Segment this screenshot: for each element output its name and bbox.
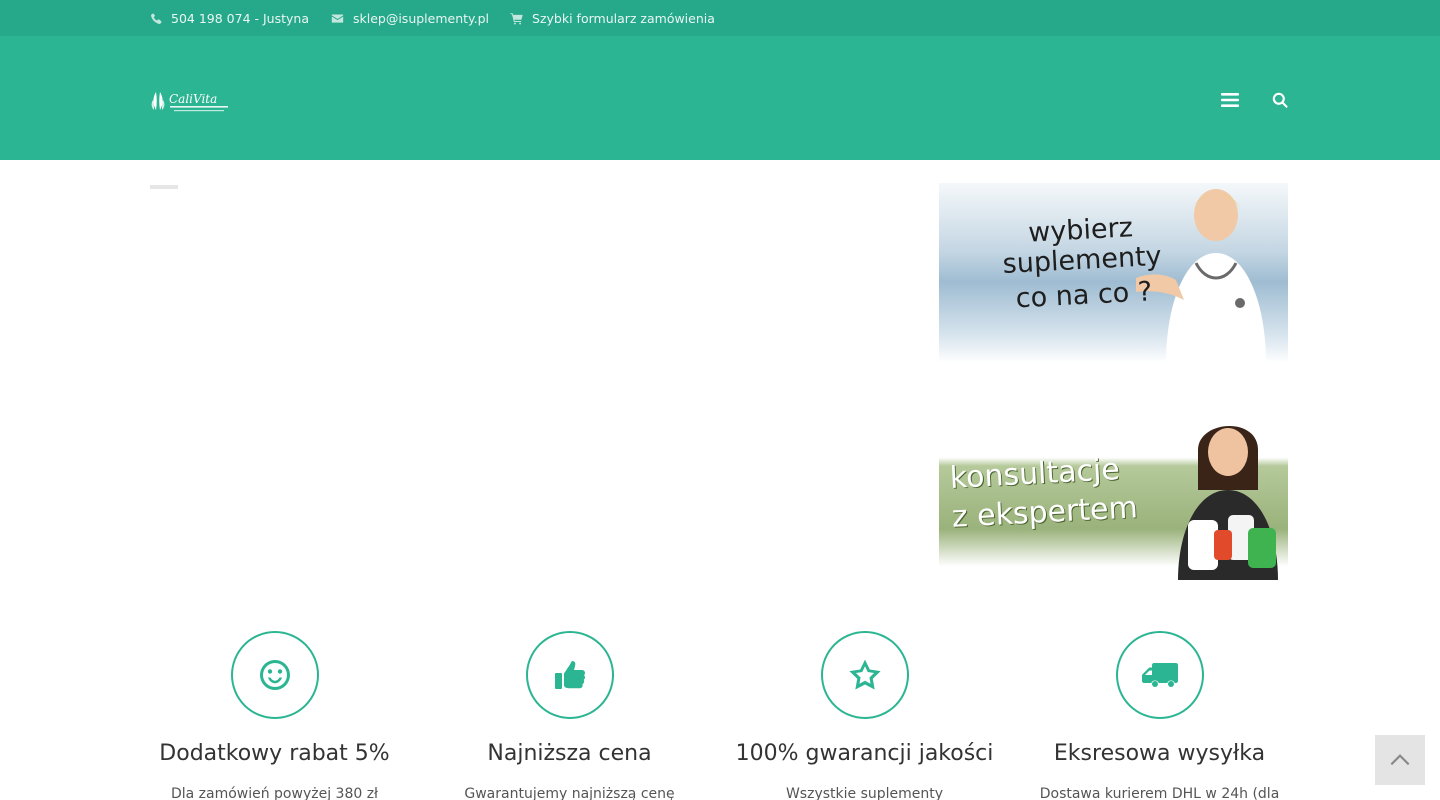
- phone-icon: [150, 12, 162, 24]
- order-form-text: Szybki formularz zamówienia: [532, 10, 715, 26]
- phone-link[interactable]: 504 198 074 - Justyna: [150, 11, 309, 26]
- email-link[interactable]: sklep@isuplementy.pl: [330, 11, 489, 26]
- phone-text: 504 198 074 - Justyna: [171, 10, 309, 26]
- truck-icon: [1141, 663, 1178, 687]
- chevron-up-icon: [1390, 754, 1410, 766]
- star-icon: [848, 659, 881, 690]
- feature-icon-circle: [1115, 631, 1204, 719]
- feature-lowest-price: Najniższa cena Gwarantujemy najniższą ce…: [422, 631, 717, 800]
- menu-button[interactable]: [1220, 90, 1240, 110]
- envelope-icon: [331, 13, 344, 23]
- feature-icon-circle: [820, 631, 909, 719]
- feature-text: Gwarantujemy najniższą cenę: [464, 786, 675, 800]
- banner-choose-text: wybierz suplementy co na co ?: [1001, 212, 1163, 315]
- cart-icon: [510, 12, 523, 25]
- email-text: sklep@isuplementy.pl: [352, 10, 490, 26]
- main-header: CaliVita: [0, 36, 1440, 160]
- search-icon: [1272, 92, 1288, 108]
- svg-text:CaliVita: CaliVita: [169, 92, 217, 106]
- smile-icon: [259, 660, 290, 690]
- feature-icon-circle: [525, 631, 614, 719]
- header-actions: [1220, 90, 1290, 110]
- feature-title: 100% gwarancji jakości: [735, 741, 994, 766]
- feature-discount: Dodatkowy rabat 5% Dla zamówień powyżej …: [127, 631, 422, 800]
- search-button[interactable]: [1270, 90, 1290, 110]
- feature-text: Wszystkie suplementy: [785, 786, 944, 800]
- feature-text: Dostawa kurierem DHL w 24h (dla: [1039, 786, 1280, 800]
- feature-title: Eksresowa wysyłka: [1053, 741, 1266, 766]
- top-bar: 504 198 074 - Justyna sklep@isuplementy.…: [0, 0, 1440, 36]
- hamburger-menu-icon: [1221, 93, 1239, 107]
- title-underline: [150, 185, 178, 189]
- feature-quality: 100% gwarancji jakości Wszystkie supleme…: [717, 631, 1012, 800]
- order-form-link[interactable]: Szybki formularz zamówienia: [510, 11, 715, 26]
- back-to-top-button[interactable]: [1375, 735, 1425, 785]
- feature-title: Dodatkowy rabat 5%: [159, 741, 390, 766]
- choose-supplements-banner[interactable]: wybierz suplementy co na co ?: [939, 183, 1288, 363]
- features-section: Dodatkowy rabat 5% Dla zamówień powyżej …: [127, 631, 1307, 800]
- feature-title: Najniższa cena: [487, 741, 652, 766]
- expert-consultation-banner[interactable]: konsultacje z ekspertem: [939, 410, 1288, 580]
- feature-text: Dla zamówień powyżej 380 zł: [170, 786, 379, 800]
- thumbs-up-icon: [554, 661, 585, 689]
- site-logo[interactable]: CaliVita: [150, 86, 232, 116]
- feature-express-shipping: Eksresowa wysyłka Dostawa kurierem DHL w…: [1012, 631, 1307, 800]
- top-bar-contacts: 504 198 074 - Justyna sklep@isuplementy.…: [150, 0, 715, 36]
- banner-consult-text: konsultacje z ekspertem: [948, 452, 1139, 535]
- calivita-logo-icon: CaliVita: [151, 92, 228, 112]
- feature-icon-circle: [230, 631, 319, 719]
